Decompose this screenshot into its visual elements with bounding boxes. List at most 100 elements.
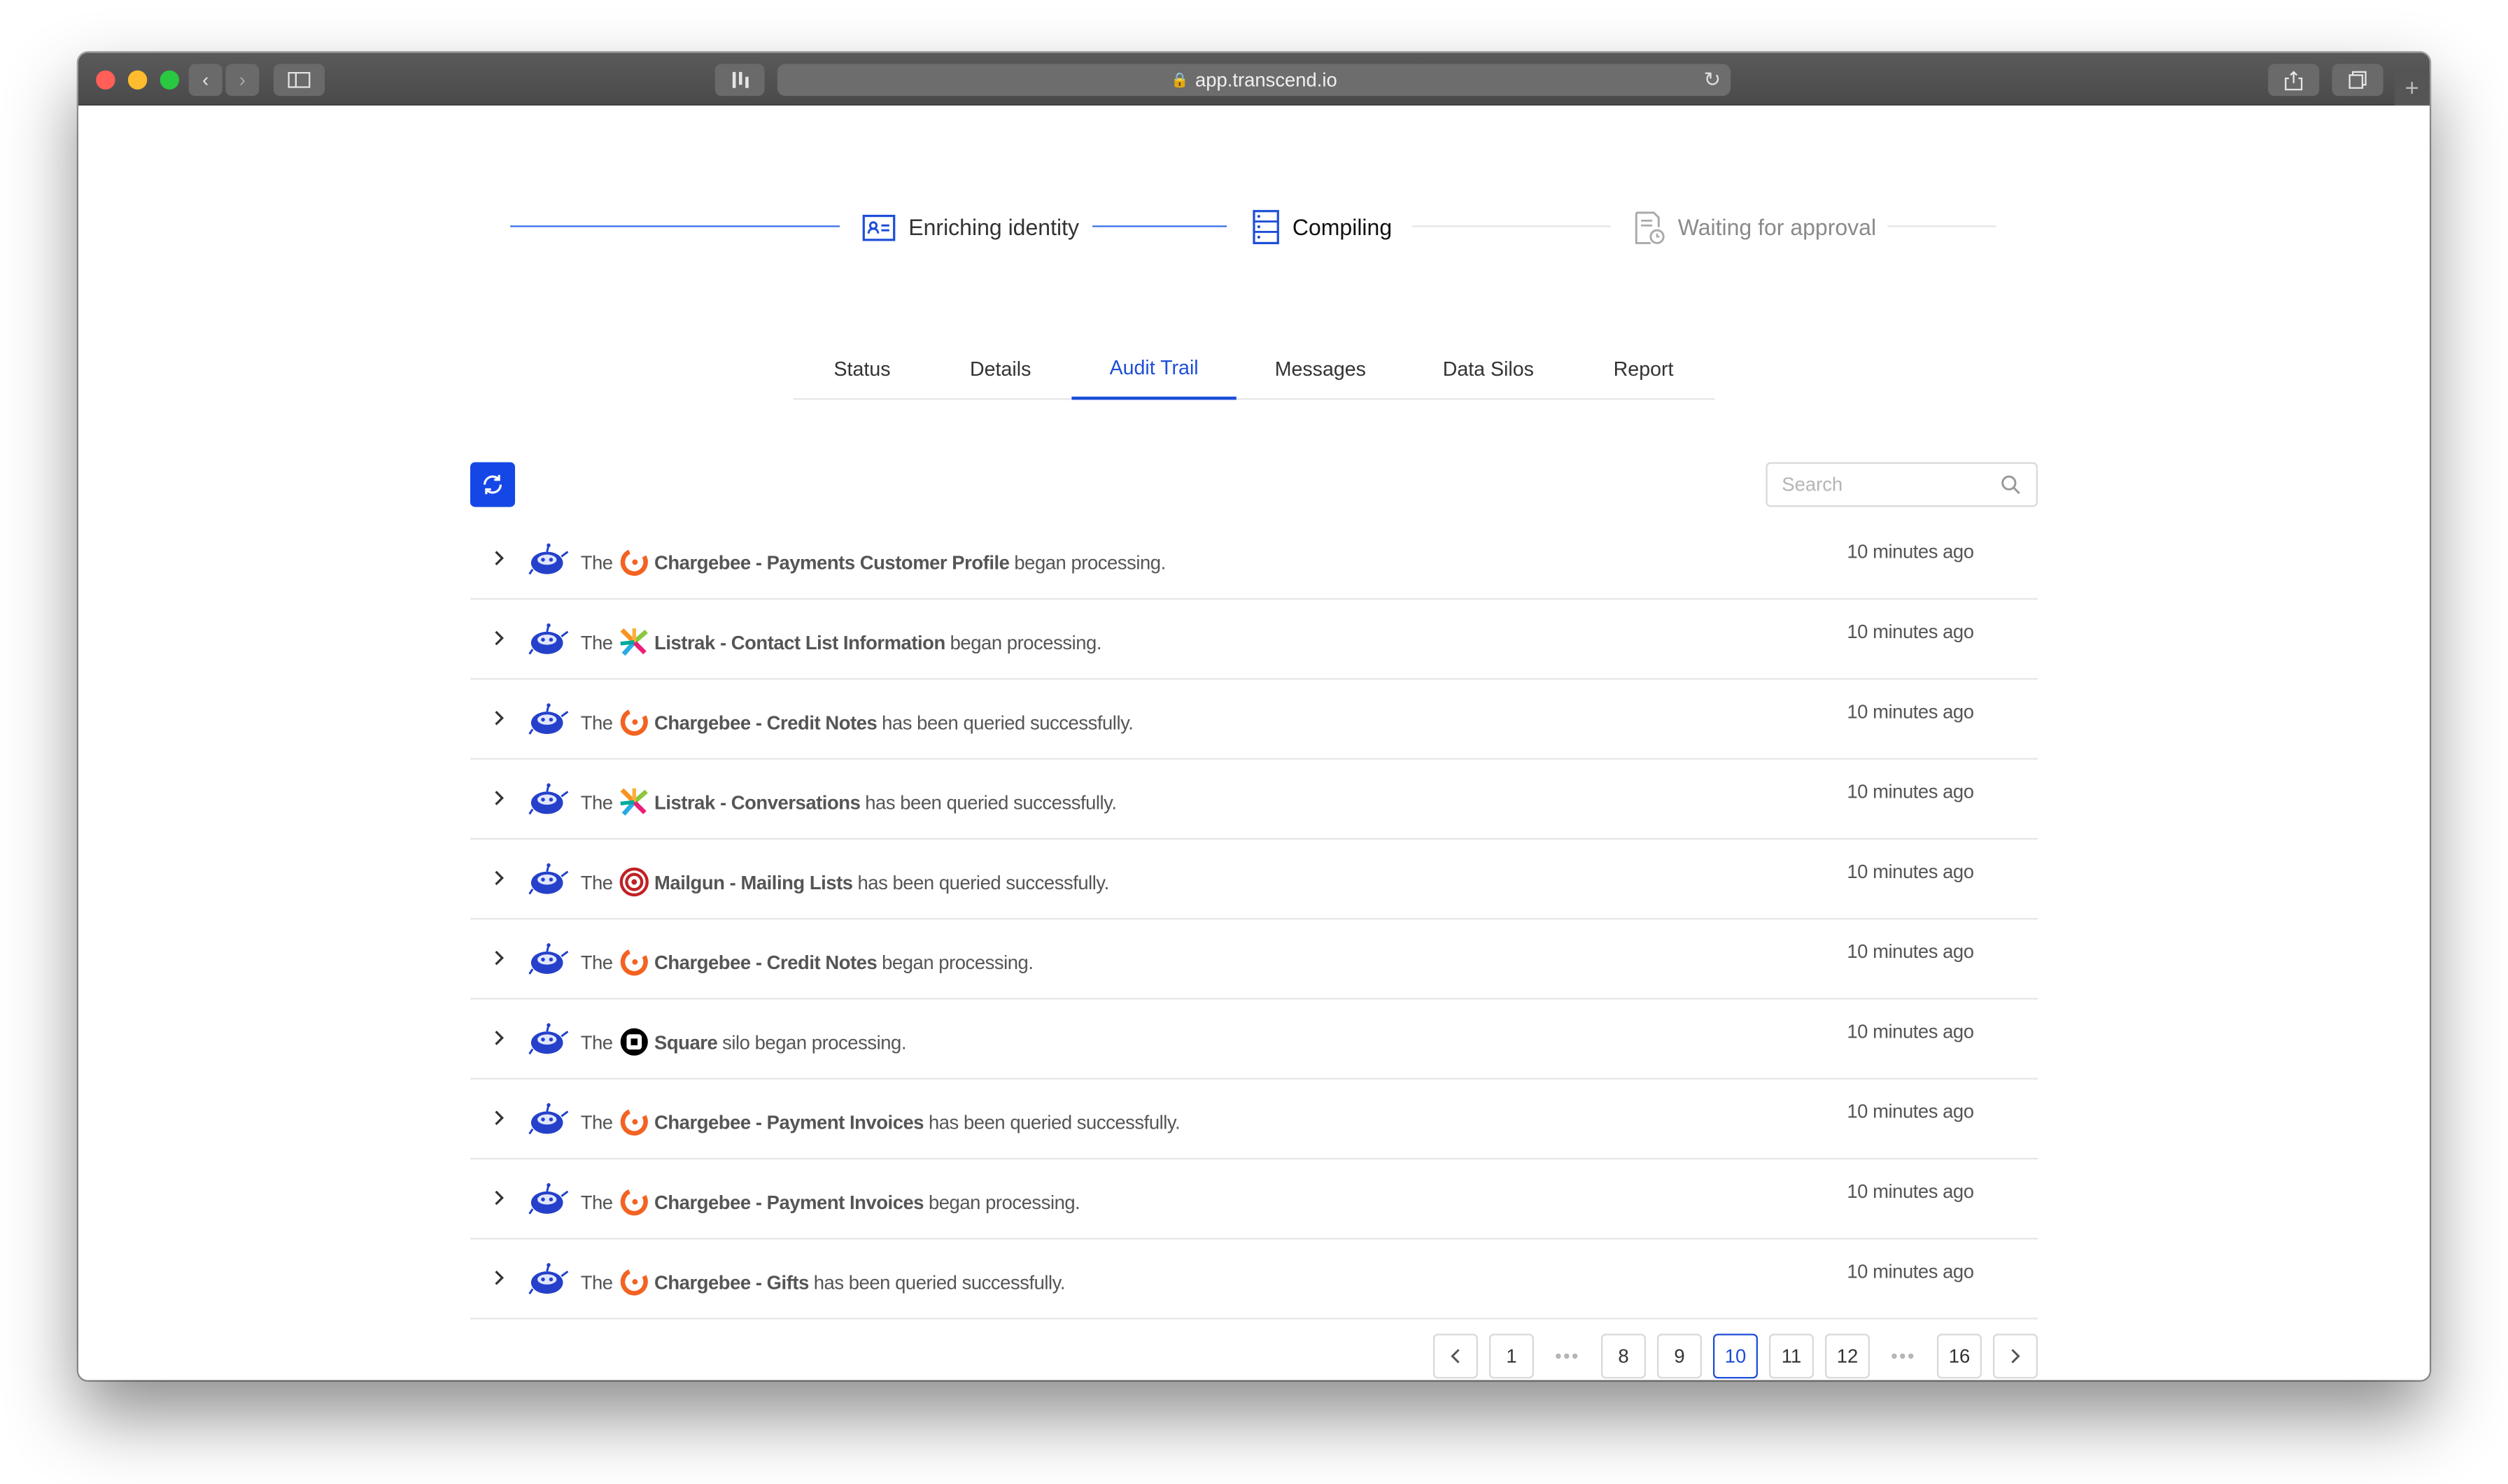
chevron-right-icon[interactable] bbox=[491, 1187, 507, 1209]
table-row[interactable]: The Chargebee - Credit Notes has been quer… bbox=[470, 679, 2038, 760]
timestamp: 10 minutes ago bbox=[1847, 540, 1974, 563]
page-16-button[interactable]: 16 bbox=[1936, 1334, 1982, 1379]
step-label: Compiling bbox=[1292, 214, 1393, 240]
event-message: The Chargebee - Credit Notes began process… bbox=[581, 947, 1034, 977]
chargebee-logo bbox=[619, 1266, 649, 1296]
page-8-button[interactable]: 8 bbox=[1600, 1334, 1646, 1379]
table-row[interactable]: The Chargebee - Credit Notes began process… bbox=[470, 919, 2038, 1000]
silo-name[interactable]: Mailgun - Mailing Lists bbox=[654, 871, 853, 893]
table-row[interactable]: The Square silo began processing. 10 minute… bbox=[470, 1000, 2038, 1080]
silo-name[interactable]: Chargebee - Payment Invoices bbox=[654, 1191, 924, 1213]
tabs-overview-button[interactable] bbox=[2332, 64, 2383, 97]
event-message: The Chargebee - Payments Customer Profile… bbox=[581, 547, 1166, 577]
listrak-logo bbox=[619, 627, 649, 657]
table-row[interactable]: The Chargebee - Gifts has been queried suc… bbox=[470, 1239, 2038, 1320]
silo-name[interactable]: Chargebee - Credit Notes bbox=[654, 951, 878, 973]
timestamp: 10 minutes ago bbox=[1847, 1100, 1974, 1123]
extension-button[interactable] bbox=[714, 64, 765, 97]
silo-name[interactable]: Chargebee - Payments Customer Profile bbox=[654, 551, 1010, 573]
share-button[interactable] bbox=[2268, 64, 2320, 97]
message-prefix: The bbox=[580, 1110, 613, 1133]
search-input[interactable] bbox=[1766, 462, 2038, 507]
table-row[interactable]: The Chargebee - Payment Invoices began pro… bbox=[470, 1159, 2038, 1240]
silo-name[interactable]: Chargebee - Payment Invoices bbox=[654, 1110, 924, 1133]
timestamp: 10 minutes ago bbox=[1847, 860, 1974, 883]
reload-icon[interactable]: ↻ bbox=[1703, 67, 1721, 93]
silo-name[interactable]: Square bbox=[654, 1031, 718, 1053]
chevron-right-icon[interactable] bbox=[491, 1266, 507, 1289]
event-message: The Chargebee - Gifts has been queried suc… bbox=[581, 1266, 1066, 1296]
server-stack-icon bbox=[1253, 210, 1279, 245]
timestamp: 10 minutes ago bbox=[1847, 940, 1974, 963]
message-prefix: The bbox=[580, 710, 613, 733]
message-text: has been queried successfully. bbox=[928, 1110, 1181, 1133]
table-row[interactable]: The Chargebee - Payments Customer Profile… bbox=[470, 520, 2038, 600]
silo-name[interactable]: Chargebee - Gifts bbox=[654, 1271, 809, 1293]
pagination-ellipsis[interactable]: ••• bbox=[1545, 1334, 1590, 1378]
chevron-right-icon[interactable] bbox=[491, 787, 507, 810]
stepper-line bbox=[1412, 225, 1611, 227]
table-row[interactable]: The Listrak - Conversations has been queri… bbox=[470, 760, 2038, 840]
tab-audit-trail[interactable]: Audit Trail bbox=[1071, 339, 1237, 400]
close-window-button[interactable] bbox=[96, 70, 115, 90]
chevron-right-icon[interactable] bbox=[491, 627, 507, 649]
silo-name[interactable]: Chargebee - Credit Notes bbox=[654, 711, 878, 733]
tab-messages[interactable]: Messages bbox=[1237, 339, 1404, 400]
prev-page-button[interactable] bbox=[1432, 1334, 1478, 1379]
tab-status[interactable]: Status bbox=[794, 339, 931, 400]
message-prefix: The bbox=[580, 950, 613, 973]
page-10-button[interactable]: 10 bbox=[1712, 1334, 1758, 1379]
page-9-button[interactable]: 9 bbox=[1656, 1334, 1702, 1379]
message-text: has been queried successfully. bbox=[865, 791, 1117, 814]
refresh-button[interactable] bbox=[470, 462, 515, 507]
tab-bar: Status Details Audit Trail Messages Data… bbox=[793, 339, 1715, 400]
step-enriching-identity: Enriching identity bbox=[862, 208, 1079, 246]
chevron-right-icon: › bbox=[239, 69, 246, 92]
step-compiling: Compiling bbox=[1253, 208, 1392, 246]
silo-name[interactable]: Listrak - Conversations bbox=[654, 791, 861, 813]
event-message: The Listrak - Conversations has been queri… bbox=[581, 787, 1117, 817]
plus-icon: + bbox=[2404, 75, 2419, 103]
maximize-window-button[interactable] bbox=[160, 70, 179, 90]
new-tab-button[interactable]: + bbox=[2394, 71, 2430, 106]
silo-name[interactable]: Listrak - Contact List Information bbox=[654, 631, 945, 653]
table-row[interactable]: The Mailgun - Mailing Lists has been queri… bbox=[470, 840, 2038, 920]
message-text: has been queried successfully. bbox=[882, 710, 1134, 733]
refresh-icon bbox=[483, 474, 502, 495]
forward-button[interactable]: › bbox=[225, 64, 260, 97]
page-11-button[interactable]: 11 bbox=[1768, 1334, 1814, 1379]
chevron-right-icon[interactable] bbox=[491, 867, 507, 889]
chevron-right-icon[interactable] bbox=[491, 707, 507, 729]
robot-icon bbox=[528, 1022, 569, 1057]
message-text: began processing. bbox=[882, 950, 1034, 973]
tab-data-silos[interactable]: Data Silos bbox=[1404, 339, 1572, 400]
robot-icon bbox=[528, 942, 569, 977]
chevron-left-icon: ‹ bbox=[202, 69, 209, 92]
table-row[interactable]: The Listrak - Contact List Information beg… bbox=[470, 600, 2038, 680]
chargebee-logo bbox=[619, 1107, 649, 1137]
table-row[interactable]: The Chargebee - Payment Invoices has been … bbox=[470, 1080, 2038, 1160]
step-waiting-for-approval: Waiting for approval bbox=[1635, 208, 1876, 246]
tab-details[interactable]: Details bbox=[931, 339, 1070, 400]
robot-icon bbox=[528, 782, 569, 817]
page-1-button[interactable]: 1 bbox=[1488, 1334, 1534, 1379]
address-bar[interactable]: 🔒 app.transcend.io ↻ bbox=[777, 64, 1731, 97]
chevron-right-icon[interactable] bbox=[491, 1026, 507, 1049]
next-page-button[interactable] bbox=[1992, 1334, 2038, 1379]
message-text: began processing. bbox=[1014, 551, 1166, 574]
sidebar-toggle-button[interactable] bbox=[273, 64, 325, 97]
minimize-window-button[interactable] bbox=[127, 70, 148, 90]
tab-report[interactable]: Report bbox=[1572, 339, 1714, 400]
chevron-right-icon[interactable] bbox=[491, 547, 507, 570]
robot-icon bbox=[528, 702, 569, 737]
chevron-right-icon[interactable] bbox=[491, 947, 507, 969]
robot-icon bbox=[528, 1182, 569, 1217]
pagination-ellipsis[interactable]: ••• bbox=[1881, 1334, 1926, 1378]
sidebar-icon bbox=[288, 71, 311, 88]
robot-icon bbox=[528, 1262, 569, 1296]
page-12-button[interactable]: 12 bbox=[1824, 1334, 1870, 1379]
chevron-right-icon[interactable] bbox=[491, 1107, 507, 1129]
back-button[interactable]: ‹ bbox=[188, 64, 223, 97]
search-icon[interactable] bbox=[1999, 474, 2022, 496]
timestamp: 10 minutes ago bbox=[1847, 1180, 1974, 1203]
